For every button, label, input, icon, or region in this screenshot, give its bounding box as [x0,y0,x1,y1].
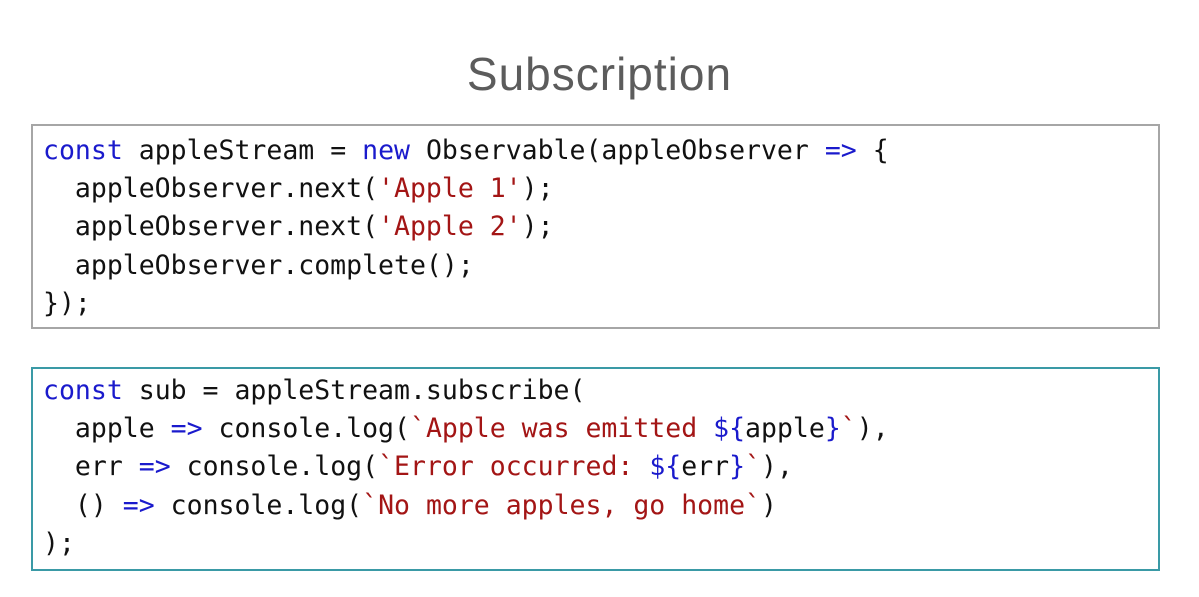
code-line: appleObserver.next('Apple 2'); [43,208,1148,246]
code-string: `Apple was emitted [409,413,714,445]
code-keyword: => [170,413,203,445]
code-string: `Error occurred: [378,451,650,483]
code-text: appleStream = [122,135,363,166]
code-text: { [856,135,889,166]
code-keyword: new [362,135,410,166]
code-keyword: => [824,135,857,166]
code-text: err [681,451,730,483]
code-keyword: ${ [649,451,682,483]
code-line: }); [43,285,1148,323]
code-text: console.log( [154,489,363,521]
code-line: const appleStream = new Observable(apple… [43,132,1148,170]
code-text: appleObserver.next( [43,211,379,243]
code-line: ); [43,525,1148,563]
code-text: apple [43,413,171,445]
slide-title: Subscription [466,47,733,100]
code-string: ` [745,451,762,483]
code-listing: const appleStream = new Observable(apple… [43,132,1148,323]
code-keyword: => [138,451,171,483]
code-line: const sub = appleStream.subscribe( [43,372,1148,410]
code-line: appleObserver.next('Apple 1'); [43,170,1148,208]
code-listing: const sub = appleStream.subscribe( apple… [43,372,1148,563]
code-text: ), [761,451,793,483]
code-text: }); [43,287,91,319]
code-line: () => console.log(`No more apples, go ho… [43,487,1148,525]
code-text: console.log( [170,451,379,483]
code-block-subscribe: const sub = appleStream.subscribe( apple… [31,367,1160,571]
code-string: `No more apples, go home` [362,489,761,521]
code-text: apple [745,413,825,445]
code-line: err => console.log(`Error occurred: ${er… [43,448,1148,486]
code-text: Observable(appleObserver [409,135,825,166]
code-text: ); [521,211,554,243]
code-text: console.log( [202,413,410,445]
code-text: sub = appleStream.subscribe( [122,375,586,406]
code-text: appleObserver.complete(); [43,249,474,281]
code-text: err [43,451,139,483]
code-text: appleObserver.next( [43,173,379,205]
code-text: () [43,489,123,521]
code-text: ), [856,413,889,445]
code-keyword: } [729,451,746,483]
code-keyword: ${ [713,413,746,445]
code-text: ) [760,489,777,521]
code-keyword: const [43,375,123,406]
code-keyword: } [824,413,841,445]
code-text: ); [521,173,554,205]
code-keyword: const [43,135,123,166]
code-keyword: => [122,489,155,521]
code-string: 'Apple 2' [378,211,522,243]
code-string: 'Apple 1' [378,173,522,205]
code-line: apple => console.log(`Apple was emitted … [43,410,1148,448]
code-string: ` [840,413,857,445]
code-line: appleObserver.complete(); [43,247,1148,285]
code-block-observable: const appleStream = new Observable(apple… [31,124,1160,329]
code-text: ); [43,527,75,559]
